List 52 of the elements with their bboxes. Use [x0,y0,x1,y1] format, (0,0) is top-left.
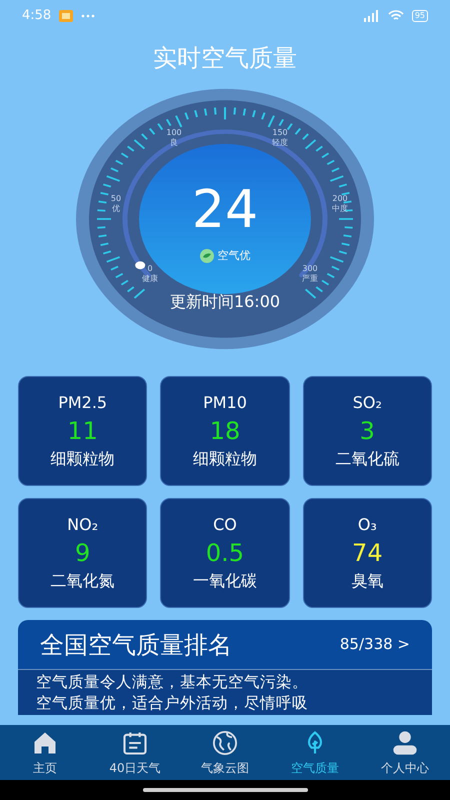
nav-tab[interactable]: 40日天气 [90,725,180,780]
pollutant-name: PM2.5 [58,392,108,414]
scale-value: 0 [147,264,153,274]
globe-icon [211,728,239,756]
nav-tab[interactable]: 气象云图 [180,725,270,780]
pollutant-value: 74 [352,538,383,569]
pollutant-description: 二氧化硫 [335,448,400,470]
pollutant-name: SO₂ [352,392,382,414]
pollutant-name: PM10 [203,392,247,414]
pollutant-value: 0.5 [206,538,244,569]
scale-label: 优 [112,204,120,214]
pollutant-value: 18 [210,416,240,447]
pollutant-name: CO [213,514,237,536]
pollutant-description: 细颗粒物 [192,448,257,470]
aqi-value: 24 [192,182,258,238]
scale-value: 50 [110,194,122,204]
pollutant-description: 一氧化碳 [192,570,257,592]
scale-label: 健康 [142,274,158,284]
status-time: 4:58 [22,7,52,26]
scale-label: 严重 [302,274,318,284]
scale-label: 中度 [332,204,348,214]
person-icon [391,728,419,756]
signal-icon [362,10,380,22]
scale-value: 300 [302,264,318,274]
ranking-description: 空气质量令人满意，基本无空气污染。 [36,672,309,693]
scale-value: 200 [332,194,348,204]
ranking-description: 空气质量优，适合户外活动，尽情呼吸 [36,693,309,714]
nav-tab[interactable]: 空气质量 [270,725,360,780]
scale-label: 轻度 [272,138,288,148]
wifi-icon [388,10,404,22]
nav-tab[interactable]: 个人中心 [360,725,450,780]
air-status: 空气优 [218,248,250,264]
battery-indicator: 95 [412,10,428,22]
pollutant-value: 11 [67,416,98,447]
nav-tab[interactable]: 主页 [0,725,90,780]
ranking-title: 全国空气质量排名 [40,630,232,660]
ranking-link[interactable]: 85/338 > [340,633,410,656]
more-icon [81,14,96,18]
pollutant-name: NO₂ [67,514,98,536]
scale-label: 良 [170,138,178,148]
scale-value: 100 [166,128,182,138]
scale-value: 150 [272,128,288,138]
pollutant-value: 9 [75,538,90,569]
pollutant-description: 细颗粒物 [50,448,115,470]
gallery-icon [59,10,74,22]
pollutant-description: 二氧化氮 [50,570,115,592]
leaf-icon [200,249,214,264]
update-time: 更新时间16:00 [170,291,280,313]
page-title: 实时空气质量 [153,43,297,74]
pollutant-description: 臭氧 [351,570,384,592]
pollutant-name: O₃ [358,514,377,536]
pollutant-value: 3 [360,416,375,447]
